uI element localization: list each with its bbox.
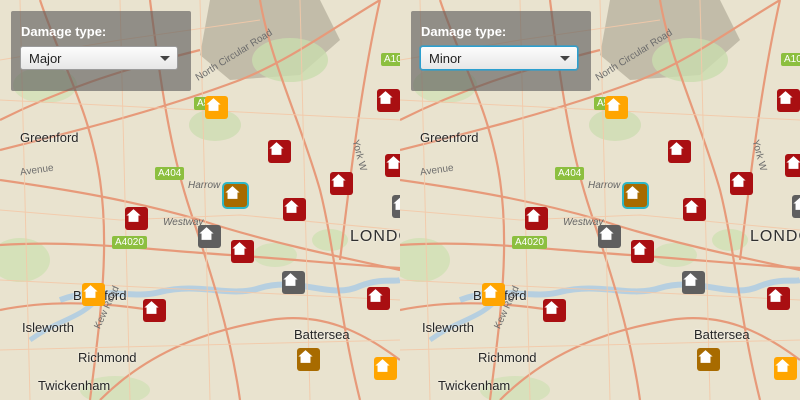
label-richmond: Richmond (78, 350, 137, 365)
chevron-down-icon (160, 56, 170, 61)
road-shield-a10: A10 (781, 53, 800, 66)
damage-marker-major[interactable] (377, 89, 400, 112)
label-greenford: Greenford (420, 130, 479, 145)
damage-marker-major[interactable] (330, 172, 353, 195)
damage-marker-major[interactable] (231, 240, 254, 263)
road-shield-a404: A404 (155, 167, 185, 180)
damage-marker-affected[interactable] (297, 348, 320, 371)
road-shield-a404: A404 (555, 167, 585, 180)
damage-marker-affected[interactable] (224, 184, 247, 207)
damage-marker-inaccessible[interactable] (792, 195, 800, 218)
damage-marker-inaccessible[interactable] (282, 271, 305, 294)
damage-marker-minor[interactable] (374, 357, 397, 380)
damage-marker-major[interactable] (668, 140, 691, 163)
damage-marker-major[interactable] (777, 89, 800, 112)
damage-marker-inaccessible[interactable] (598, 225, 621, 248)
filter-panel: Damage type: Major (11, 11, 191, 91)
damage-marker-major[interactable] (683, 198, 706, 221)
damage-marker-minor[interactable] (82, 283, 105, 306)
label-richmond: Richmond (478, 350, 537, 365)
filter-title: Damage type: (21, 24, 107, 39)
label-twickenham: Twickenham (38, 378, 111, 393)
road-shield-a10: A10 (381, 53, 400, 66)
label-twickenham: Twickenham (438, 378, 511, 393)
damage-type-selected: Major (29, 51, 62, 66)
damage-marker-major[interactable] (785, 154, 800, 177)
label-harrow-road: Harrow (588, 180, 621, 191)
damage-marker-major[interactable] (730, 172, 753, 195)
damage-marker-minor[interactable] (482, 283, 505, 306)
chevron-down-icon (560, 56, 570, 61)
label-london: LONDO (750, 228, 800, 245)
road-shield-a4020: A4020 (112, 236, 147, 249)
damage-type-select[interactable]: Minor (420, 46, 578, 70)
label-greenford: Greenford (20, 130, 79, 145)
damage-marker-affected[interactable] (624, 184, 647, 207)
damage-marker-inaccessible[interactable] (198, 225, 221, 248)
damage-marker-major[interactable] (268, 140, 291, 163)
damage-marker-affected[interactable] (697, 348, 720, 371)
damage-marker-inaccessible[interactable] (392, 195, 400, 218)
damage-marker-major[interactable] (143, 299, 166, 322)
filter-title: Damage type: (421, 24, 507, 39)
damage-marker-major[interactable] (543, 299, 566, 322)
label-battersea: Battersea (694, 327, 750, 342)
label-london: LONDO (350, 228, 400, 245)
label-battersea: Battersea (294, 327, 350, 342)
label-isleworth: Isleworth (422, 320, 475, 335)
filter-panel: Damage type: Minor (411, 11, 591, 91)
damage-marker-minor[interactable] (605, 96, 628, 119)
damage-marker-major[interactable] (525, 207, 548, 230)
damage-marker-major[interactable] (125, 207, 148, 230)
road-shield-a4020: A4020 (512, 236, 547, 249)
map-comparison: Greenford LONDO Isleworth Richmond Twick… (0, 0, 800, 400)
damage-marker-major[interactable] (631, 240, 654, 263)
damage-marker-major[interactable] (767, 287, 790, 310)
damage-marker-minor[interactable] (774, 357, 797, 380)
damage-type-selected: Minor (429, 51, 462, 66)
damage-marker-major[interactable] (367, 287, 390, 310)
label-harrow-road: Harrow (188, 180, 221, 191)
label-isleworth: Isleworth (22, 320, 75, 335)
damage-marker-major[interactable] (283, 198, 306, 221)
damage-marker-minor[interactable] (205, 96, 228, 119)
left-map-panel: Greenford LONDO Isleworth Richmond Twick… (0, 0, 400, 400)
damage-type-select[interactable]: Major (20, 46, 178, 70)
damage-marker-major[interactable] (385, 154, 400, 177)
right-map-panel: Greenford LONDO Isleworth Richmond Twick… (400, 0, 800, 400)
damage-marker-inaccessible[interactable] (682, 271, 705, 294)
